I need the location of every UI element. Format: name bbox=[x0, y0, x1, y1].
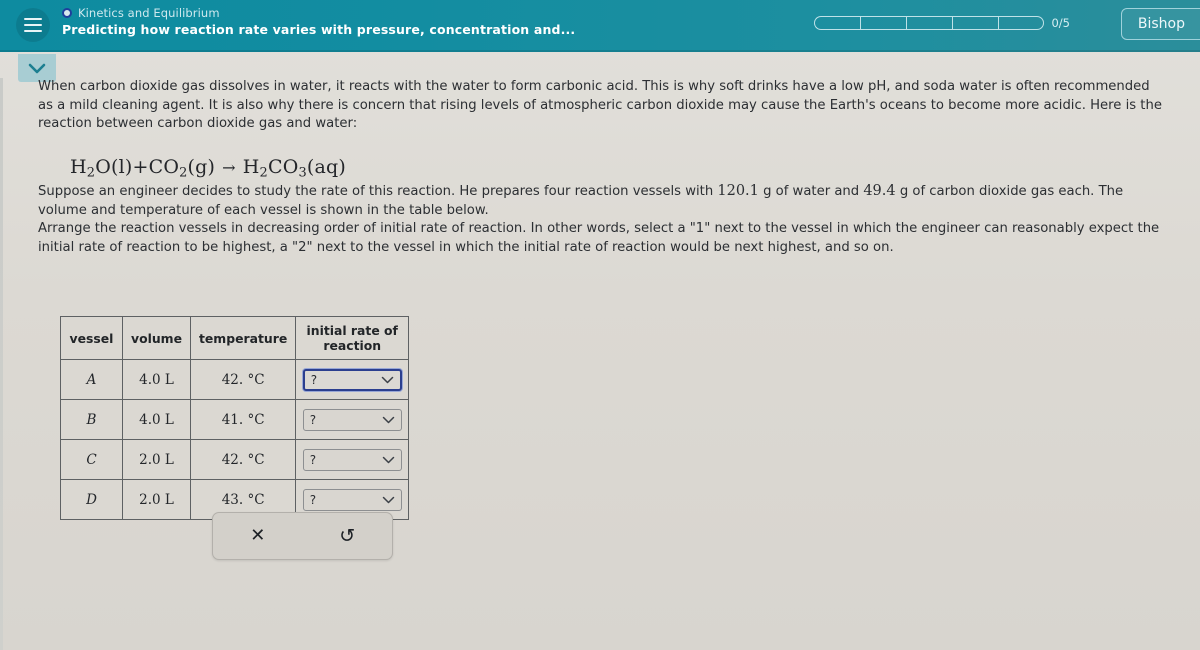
setup-text-a: Suppose an engineer decides to study the… bbox=[38, 183, 718, 199]
cell-rate: ? bbox=[295, 359, 410, 401]
instructions-paragraph: Arrange the reaction vessels in decreasi… bbox=[38, 221, 1160, 256]
chevron-down-icon bbox=[28, 63, 46, 73]
reset-answer-button[interactable]: ↺ bbox=[327, 520, 367, 552]
top-header-bar: Kinetics and Equilibrium Predicting how … bbox=[0, 0, 1200, 52]
chevron-down-icon bbox=[381, 376, 394, 384]
rate-dropdown-d[interactable]: ? bbox=[302, 488, 402, 511]
table-head: vessel volume temperature initial rate o… bbox=[60, 315, 410, 361]
clear-answer-button[interactable]: ✕ bbox=[238, 520, 278, 552]
equation-arrow-icon: → bbox=[222, 158, 236, 178]
breadcrumb-label: Kinetics and Equilibrium bbox=[78, 6, 220, 20]
page-title: Predicting how reaction rate varies with… bbox=[62, 22, 576, 37]
rate-dropdown-a[interactable]: ? bbox=[302, 368, 402, 391]
column-header-vessel: vessel bbox=[60, 315, 123, 361]
cell-volume: 4.0 L bbox=[122, 399, 191, 441]
progress-segment bbox=[906, 16, 953, 30]
progress-segment bbox=[860, 16, 907, 30]
progress-bar bbox=[814, 16, 1045, 30]
intro-paragraph: When carbon dioxide gas dissolves in wat… bbox=[38, 79, 1162, 132]
table-row: C 2.0 L 42. °C ? bbox=[60, 439, 410, 481]
cell-vessel: B bbox=[60, 399, 123, 441]
water-mass-value: 120.1 bbox=[717, 182, 759, 199]
rate-dropdown-value: ? bbox=[309, 492, 317, 507]
rate-dropdown-value: ? bbox=[309, 412, 317, 427]
cell-temperature: 42. °C bbox=[189, 359, 297, 401]
cell-rate: ? bbox=[295, 439, 410, 481]
equation-reactant-water: H2O(l) bbox=[70, 156, 133, 181]
user-account-button[interactable]: Bishop bbox=[1120, 8, 1200, 40]
progress-segment bbox=[814, 16, 861, 30]
vessels-table: vessel volume temperature initial rate o… bbox=[60, 315, 410, 521]
progress-indicator: 0/5 bbox=[814, 16, 1070, 30]
chevron-down-icon bbox=[382, 416, 395, 424]
progress-segment bbox=[998, 16, 1045, 30]
header-title-block: Kinetics and Equilibrium Predicting how … bbox=[62, 6, 575, 37]
cell-volume: 2.0 L bbox=[122, 439, 191, 481]
column-header-volume: volume bbox=[122, 315, 191, 361]
equation-plus: + bbox=[132, 156, 149, 179]
radio-circle-icon bbox=[62, 8, 72, 18]
setup-paragraph: Suppose an engineer decides to study the… bbox=[38, 181, 1163, 220]
table-row: A 4.0 L 42. °C ? bbox=[60, 359, 410, 401]
cell-vessel: D bbox=[60, 479, 123, 521]
co2-mass-value: 49.4 bbox=[863, 182, 896, 199]
rate-dropdown-value: ? bbox=[309, 452, 317, 467]
hamburger-menu-icon[interactable] bbox=[16, 8, 50, 42]
cell-vessel: C bbox=[60, 439, 123, 481]
answer-action-panel: ✕ ↺ bbox=[212, 512, 393, 560]
cell-temperature: 42. °C bbox=[189, 439, 297, 481]
rate-dropdown-c[interactable]: ? bbox=[302, 448, 402, 471]
question-content: When carbon dioxide gas dissolves in wat… bbox=[0, 78, 1200, 258]
chemical-equation: H2O(l)+CO2(g) → H2CO3(aq) bbox=[70, 156, 1200, 181]
cell-volume: 2.0 L bbox=[122, 479, 191, 521]
rate-dropdown-b[interactable]: ? bbox=[302, 408, 402, 431]
equation-product: H2CO3(aq) bbox=[242, 156, 347, 181]
breadcrumb: Kinetics and Equilibrium bbox=[62, 6, 575, 20]
vessels-table-wrapper: vessel volume temperature initial rate o… bbox=[60, 315, 410, 521]
setup-text-b: g of water and bbox=[758, 183, 864, 199]
app-root: Kinetics and Equilibrium Predicting how … bbox=[0, 0, 1200, 650]
table-header-row: vessel volume temperature initial rate o… bbox=[60, 315, 410, 361]
equation-reactant-co2: CO2(g) bbox=[148, 156, 216, 181]
chevron-down-icon bbox=[382, 496, 395, 504]
cell-rate: ? bbox=[295, 399, 410, 441]
hamburger-bar bbox=[24, 24, 42, 26]
cell-vessel: A bbox=[60, 359, 123, 401]
column-header-rate: initial rate of reaction bbox=[295, 315, 410, 361]
table-body: A 4.0 L 42. °C ? B 4.0 L 41. °C ? C 2.0 … bbox=[60, 359, 410, 521]
hamburger-bar bbox=[24, 30, 42, 32]
progress-count: 0/5 bbox=[1051, 16, 1070, 30]
cell-temperature: 41. °C bbox=[189, 399, 297, 441]
chevron-down-icon bbox=[382, 456, 395, 464]
rate-dropdown-value: ? bbox=[310, 372, 318, 387]
progress-segment bbox=[952, 16, 999, 30]
table-row: B 4.0 L 41. °C ? bbox=[60, 399, 410, 441]
cell-volume: 4.0 L bbox=[122, 359, 191, 401]
hamburger-bar bbox=[24, 18, 42, 20]
column-header-temperature: temperature bbox=[189, 315, 297, 361]
